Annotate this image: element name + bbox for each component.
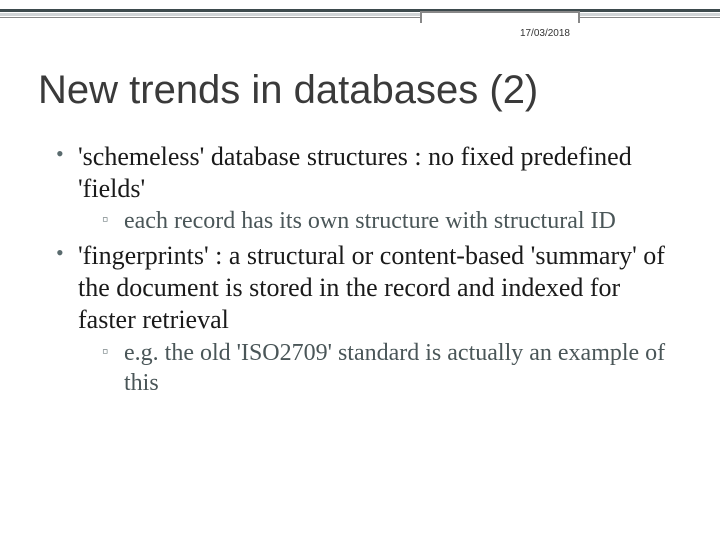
list-item: e.g. the old 'ISO2709' standard is actua… <box>102 338 680 398</box>
list-item: 'schemeless' database structures : no fi… <box>56 141 680 236</box>
sub-bullet-list: each record has its own structure with s… <box>78 206 680 236</box>
border-line-dark <box>0 9 720 12</box>
list-item: each record has its own structure with s… <box>102 206 680 236</box>
border-line-light <box>0 13 720 16</box>
sub-bullet-list: e.g. the old 'ISO2709' standard is actua… <box>78 338 680 398</box>
slide-title: New trends in databases (2) <box>38 68 680 113</box>
slide-date: 17/03/2018 <box>520 28 570 39</box>
sub-bullet-text: each record has its own structure with s… <box>124 208 616 234</box>
bullet-list: 'schemeless' database structures : no fi… <box>38 141 680 398</box>
bullet-text: 'schemeless' database structures : no fi… <box>78 142 632 203</box>
border-accent-box <box>420 11 580 23</box>
sub-bullet-text: e.g. the old 'ISO2709' standard is actua… <box>124 340 665 396</box>
slide-top-border <box>0 0 720 18</box>
bullet-text: 'fingerprints' : a structural or content… <box>78 241 665 333</box>
slide-content: New trends in databases (2) 'schemeless'… <box>0 18 720 398</box>
list-item: 'fingerprints' : a structural or content… <box>56 240 680 397</box>
